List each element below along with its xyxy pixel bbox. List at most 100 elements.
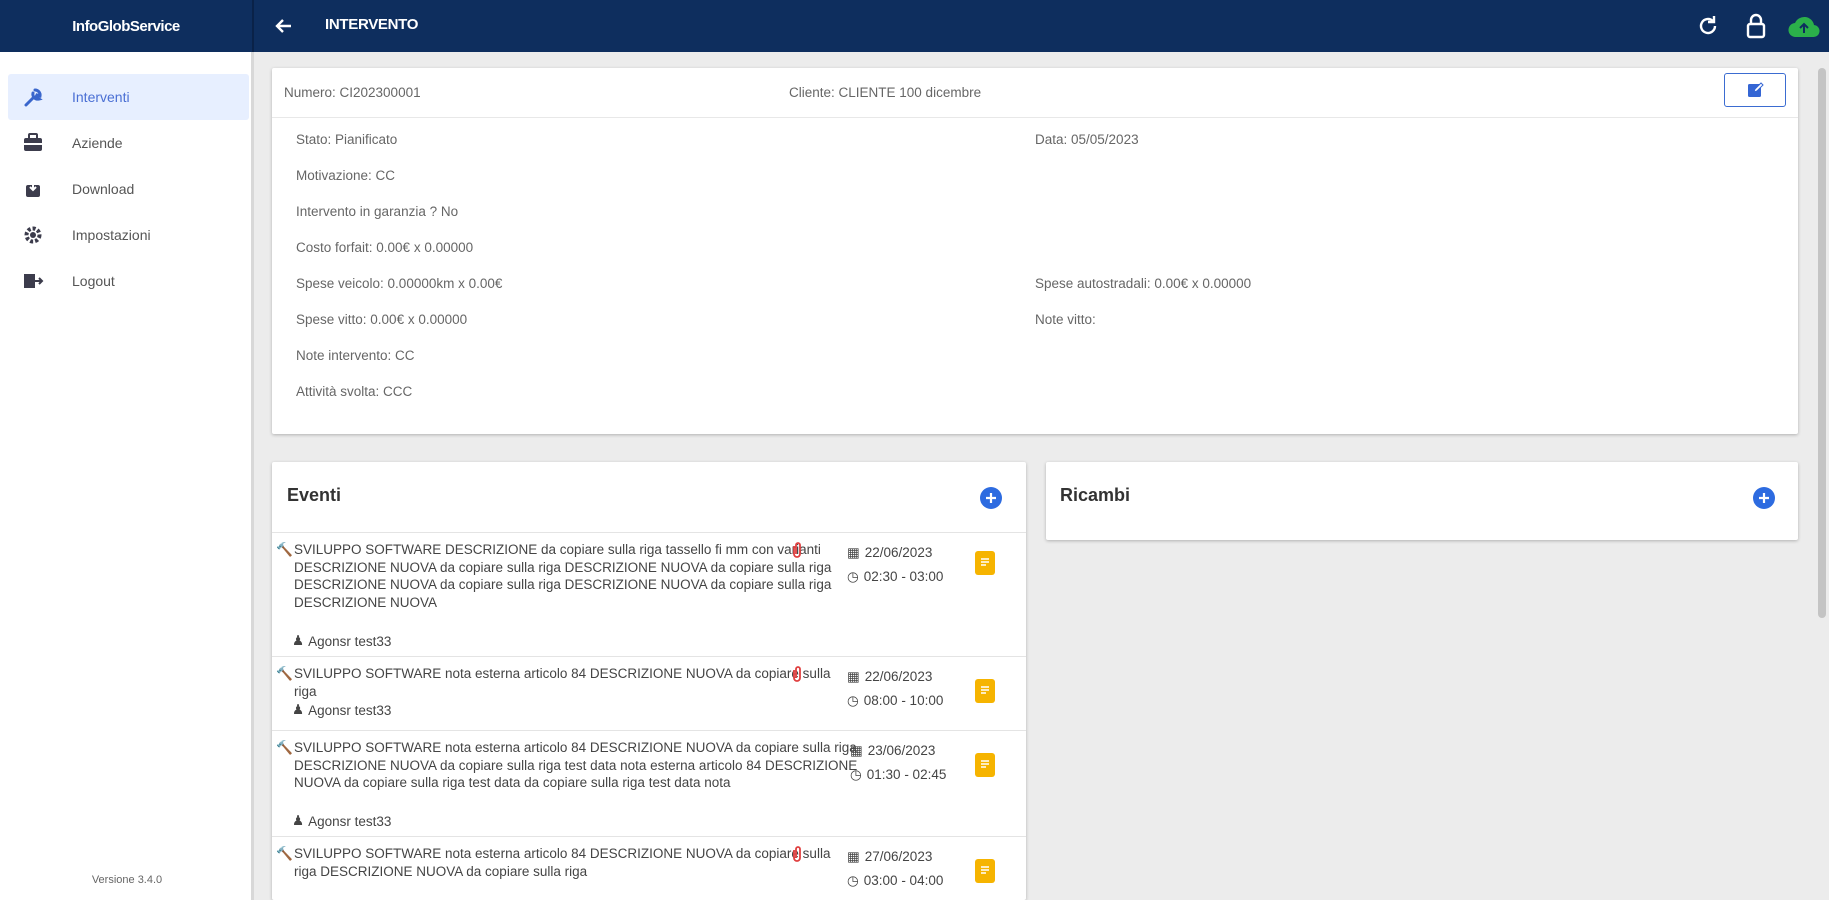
attivita-svolta-field: Attività svolta: CCC bbox=[296, 384, 413, 399]
hammer-icon: 🔨 bbox=[276, 666, 293, 681]
evento-row[interactable]: 🔨SVILUPPO SOFTWARE nota esterna articolo… bbox=[272, 836, 1026, 900]
clock-icon: ◷ bbox=[847, 569, 859, 584]
attachment-icon[interactable] bbox=[791, 665, 803, 688]
evento-row[interactable]: 🔨SVILUPPO SOFTWARE DESCRIZIONE da copiar… bbox=[272, 532, 1026, 656]
note-vitto-field: Note vitto: bbox=[1035, 312, 1096, 327]
evento-row[interactable]: 🔨SVILUPPO SOFTWARE nota esterna articolo… bbox=[272, 730, 1026, 836]
attachment-icon[interactable] bbox=[791, 541, 803, 564]
attachment-icon[interactable] bbox=[791, 845, 803, 868]
intervento-details-card: Numero: CI202300001 Cliente: CLIENTE 100… bbox=[272, 68, 1798, 434]
sidebar-item-impostazioni[interactable]: Impostazioni bbox=[8, 212, 249, 258]
download-icon bbox=[12, 179, 54, 199]
agent-name: Agonsr test33 bbox=[308, 813, 392, 829]
evento-description: 🔨SVILUPPO SOFTWARE nota esterna articolo… bbox=[276, 845, 854, 880]
evento-datetime: ▦ 23/06/2023 ◷ 01:30 - 02:45 bbox=[850, 739, 946, 787]
cloud-sync-icon[interactable] bbox=[1787, 8, 1821, 44]
person-icon: ♟ bbox=[292, 813, 305, 828]
plus-icon bbox=[1759, 493, 1769, 503]
details-header: Numero: CI202300001 Cliente: CLIENTE 100… bbox=[272, 68, 1798, 118]
evento-date: 27/06/2023 bbox=[864, 849, 933, 864]
sidebar-item-download[interactable]: Download bbox=[8, 166, 249, 212]
evento-agent: ♟ Agonsr test33 bbox=[292, 702, 391, 718]
ricambi-title: Ricambi bbox=[1060, 485, 1131, 505]
page-scrollbar[interactable] bbox=[1818, 68, 1826, 618]
sidebar-item-label: Logout bbox=[72, 273, 115, 289]
evento-time: 02:30 - 03:00 bbox=[863, 569, 944, 584]
eventi-panel: Eventi 🔨SVILUPPO SOFTWARE DESCRIZIONE da… bbox=[272, 462, 1026, 900]
evento-date: 23/06/2023 bbox=[867, 743, 936, 758]
refresh-icon[interactable] bbox=[1691, 8, 1725, 44]
evento-time: 08:00 - 10:00 bbox=[863, 693, 944, 708]
evento-time: 03:00 - 04:00 bbox=[863, 873, 944, 888]
evento-datetime: ▦ 27/06/2023 ◷ 03:00 - 04:00 bbox=[847, 845, 943, 893]
edit-button[interactable] bbox=[1724, 73, 1786, 107]
eventi-title: Eventi bbox=[287, 485, 342, 505]
version-label: Versione 3.4.0 bbox=[91, 874, 163, 886]
evento-agent: ♟ Agonsr test33 bbox=[292, 633, 391, 649]
app-brand: InfoGlobService bbox=[0, 0, 254, 52]
person-icon: ♟ bbox=[292, 633, 305, 648]
evento-text: SVILUPPO SOFTWARE nota esterna articolo … bbox=[294, 740, 858, 790]
note-icon[interactable] bbox=[975, 679, 995, 703]
evento-description: 🔨SVILUPPO SOFTWARE nota esterna articolo… bbox=[276, 739, 869, 792]
back-arrow-icon[interactable] bbox=[270, 12, 298, 40]
sidebar-item-label: Impostazioni bbox=[72, 227, 151, 243]
clock-icon: ◷ bbox=[850, 767, 862, 782]
note-intervento-field: Note intervento: CC bbox=[296, 348, 415, 363]
sidebar-item-label: Aziende bbox=[72, 135, 123, 151]
evento-time: 01:30 - 02:45 bbox=[866, 767, 947, 782]
calendar-icon: ▦ bbox=[850, 743, 863, 758]
briefcase-icon bbox=[12, 133, 54, 153]
hammer-icon: 🔨 bbox=[276, 542, 293, 557]
sidebar-item-label: Download bbox=[72, 181, 135, 197]
evento-datetime: ▦ 22/06/2023 ◷ 08:00 - 10:00 bbox=[847, 665, 943, 713]
person-icon: ♟ bbox=[292, 702, 305, 717]
wrench-icon bbox=[12, 86, 54, 108]
evento-text: SVILUPPO SOFTWARE DESCRIZIONE da copiare… bbox=[294, 542, 832, 610]
garanzia-field: Intervento in garanzia ? No bbox=[296, 204, 459, 219]
page-title: INTERVENTO bbox=[325, 16, 419, 33]
evento-text: SVILUPPO SOFTWARE nota esterna articolo … bbox=[294, 846, 831, 879]
agent-name: Agonsr test33 bbox=[308, 702, 392, 718]
motivazione-field: Motivazione: CC bbox=[296, 168, 396, 183]
sidebar-item-logout[interactable]: Logout bbox=[8, 258, 249, 304]
calendar-icon: ▦ bbox=[847, 849, 860, 864]
evento-row[interactable]: 🔨SVILUPPO SOFTWARE nota esterna articolo… bbox=[272, 656, 1026, 730]
stato-field: Stato: Pianificato bbox=[296, 132, 398, 147]
sidebar-item-interventi[interactable]: Interventi bbox=[8, 74, 249, 120]
top-bar: InfoGlobService INTERVENTO bbox=[0, 0, 1829, 52]
spese-veicolo-field: Spese veicolo: 0.00000km x 0.00€ bbox=[296, 276, 503, 291]
lock-icon[interactable] bbox=[1739, 8, 1773, 44]
calendar-icon: ▦ bbox=[847, 545, 860, 560]
calendar-icon: ▦ bbox=[847, 669, 860, 684]
ricambi-panel: Ricambi bbox=[1046, 462, 1798, 540]
note-icon[interactable] bbox=[975, 753, 995, 777]
evento-date: 22/06/2023 bbox=[864, 545, 933, 560]
evento-text: SVILUPPO SOFTWARE nota esterna articolo … bbox=[294, 666, 831, 699]
evento-date: 22/06/2023 bbox=[864, 669, 933, 684]
evento-description: 🔨SVILUPPO SOFTWARE DESCRIZIONE da copiar… bbox=[276, 541, 854, 611]
note-icon[interactable] bbox=[975, 551, 995, 575]
evento-agent: ♟ Agonsr test33 bbox=[292, 813, 391, 829]
clock-icon: ◷ bbox=[847, 693, 859, 708]
plus-icon bbox=[986, 493, 996, 503]
gear-icon bbox=[12, 224, 54, 246]
evento-description: 🔨SVILUPPO SOFTWARE nota esterna articolo… bbox=[276, 665, 854, 700]
add-ricambio-button[interactable] bbox=[1753, 487, 1775, 509]
clock-icon: ◷ bbox=[847, 873, 859, 888]
agent-name: Agonsr test33 bbox=[308, 633, 392, 649]
note-icon[interactable] bbox=[975, 859, 995, 883]
sidebar: Interventi Aziende Download Impostazioni… bbox=[0, 52, 254, 900]
costo-forfait-field: Costo forfait: 0.00€ x 0.00000 bbox=[296, 240, 474, 255]
spese-vitto-field: Spese vitto: 0.00€ x 0.00000 bbox=[296, 312, 468, 327]
spese-autostradali-field: Spese autostradali: 0.00€ x 0.00000 bbox=[1035, 276, 1252, 291]
numero-field: Numero: CI202300001 bbox=[284, 85, 421, 100]
add-evento-button[interactable] bbox=[980, 487, 1002, 509]
sidebar-item-aziende[interactable]: Aziende bbox=[8, 120, 249, 166]
evento-datetime: ▦ 22/06/2023 ◷ 02:30 - 03:00 bbox=[847, 541, 943, 589]
cliente-field: Cliente: CLIENTE 100 dicembre bbox=[789, 85, 982, 100]
edit-icon bbox=[1748, 82, 1764, 97]
hammer-icon: 🔨 bbox=[276, 740, 293, 755]
logout-icon bbox=[12, 272, 54, 290]
data-field: Data: 05/05/2023 bbox=[1035, 132, 1139, 147]
